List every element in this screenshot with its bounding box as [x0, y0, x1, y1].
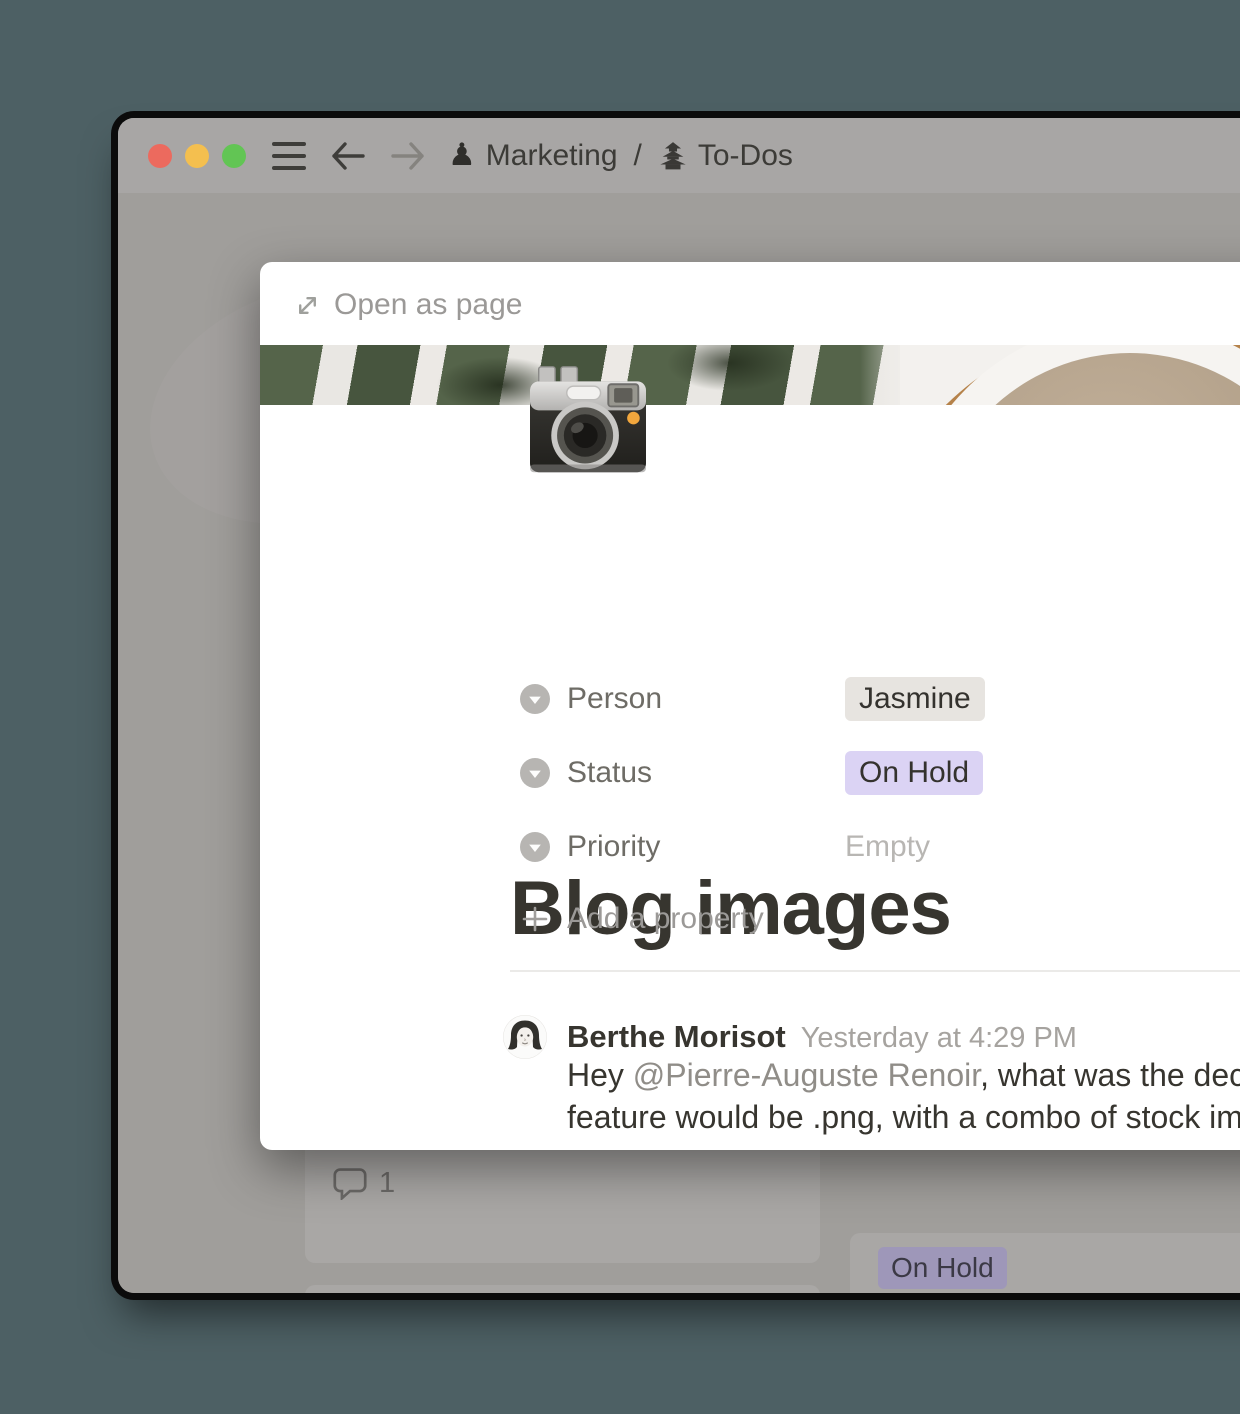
breadcrumb-separator: / — [634, 139, 642, 173]
breadcrumb-workspace[interactable]: ♟ Marketing — [448, 139, 618, 173]
forward-arrow-icon[interactable] — [390, 140, 426, 172]
breadcrumb-workspace-label: Marketing — [486, 139, 618, 173]
property-label: Priority — [567, 830, 660, 864]
plus-icon — [520, 904, 550, 934]
comment-text-line1: Hey @Pierre-Auguste Renoir, what was the… — [567, 1057, 1240, 1094]
chevron-circle-icon — [520, 684, 550, 714]
comment-header: Berthe Morisot Yesterday at 4:29 PM — [567, 1019, 1077, 1055]
user-mention[interactable]: @Pierre-Auguste Renoir — [633, 1057, 980, 1093]
card-comment-count: 1 — [332, 1166, 395, 1200]
breadcrumb-page-label: To-Dos — [698, 139, 793, 173]
traffic-lights — [148, 144, 246, 168]
person-badge[interactable]: Jasmine — [845, 677, 985, 721]
chevron-circle-icon — [520, 758, 550, 788]
add-property-label: Add a property — [567, 902, 764, 936]
close-window-button[interactable] — [148, 144, 172, 168]
comment-count-value: 1 — [379, 1167, 395, 1200]
open-as-page-button[interactable]: Open as page — [294, 288, 522, 322]
chevron-circle-icon — [520, 832, 550, 862]
comment-text-line2: feature would be .png, with a combo of s… — [567, 1099, 1240, 1136]
breadcrumb: ♟ Marketing / To-Dos — [448, 139, 793, 173]
board-card-behind-modal[interactable]: 1 — [305, 1138, 820, 1263]
priority-empty-value[interactable]: Empty — [845, 830, 930, 864]
woman-face-illustration — [503, 1015, 547, 1059]
camera-page-icon[interactable] — [515, 362, 661, 478]
back-arrow-icon[interactable] — [330, 140, 366, 172]
add-property-button[interactable]: Add a property — [510, 884, 1240, 954]
property-row-priority[interactable]: Priority Empty — [510, 810, 1240, 884]
property-row-person[interactable]: Person Jasmine — [510, 662, 1240, 736]
cover-fade — [860, 345, 940, 405]
property-label: Status — [567, 756, 652, 790]
board-card-right[interactable]: On Hold 2 — [850, 1233, 1240, 1293]
zoom-window-button[interactable] — [222, 144, 246, 168]
expand-diagonal-icon — [294, 292, 321, 319]
status-badge[interactable]: On Hold — [845, 751, 983, 795]
window-titlebar: ♟ Marketing / To-Dos — [118, 118, 1240, 193]
property-label: Person — [567, 682, 662, 716]
castle-icon — [658, 141, 688, 171]
sidebar-menu-icon[interactable] — [272, 142, 306, 170]
page-cover-image — [260, 345, 1240, 405]
comment-timestamp: Yesterday at 4:29 PM — [801, 1022, 1077, 1055]
board-card-partnerships[interactable]: Partnerships On Hold — [305, 1285, 820, 1293]
property-row-status[interactable]: Status On Hold — [510, 736, 1240, 810]
avatar — [503, 1015, 547, 1059]
minimize-window-button[interactable] — [185, 144, 209, 168]
comment-bubble-icon — [332, 1166, 368, 1200]
comment-author: Berthe Morisot — [567, 1019, 786, 1055]
property-list: Person Jasmine Status On Hold Priority E… — [510, 662, 1240, 954]
open-as-page-label: Open as page — [334, 288, 522, 322]
page-peek-modal: Open as page Blog images — [260, 262, 1240, 1150]
status-badge: On Hold — [878, 1247, 1007, 1289]
breadcrumb-page[interactable]: To-Dos — [658, 139, 793, 173]
section-divider — [510, 970, 1240, 972]
pawn-icon: ♟ — [448, 140, 476, 171]
